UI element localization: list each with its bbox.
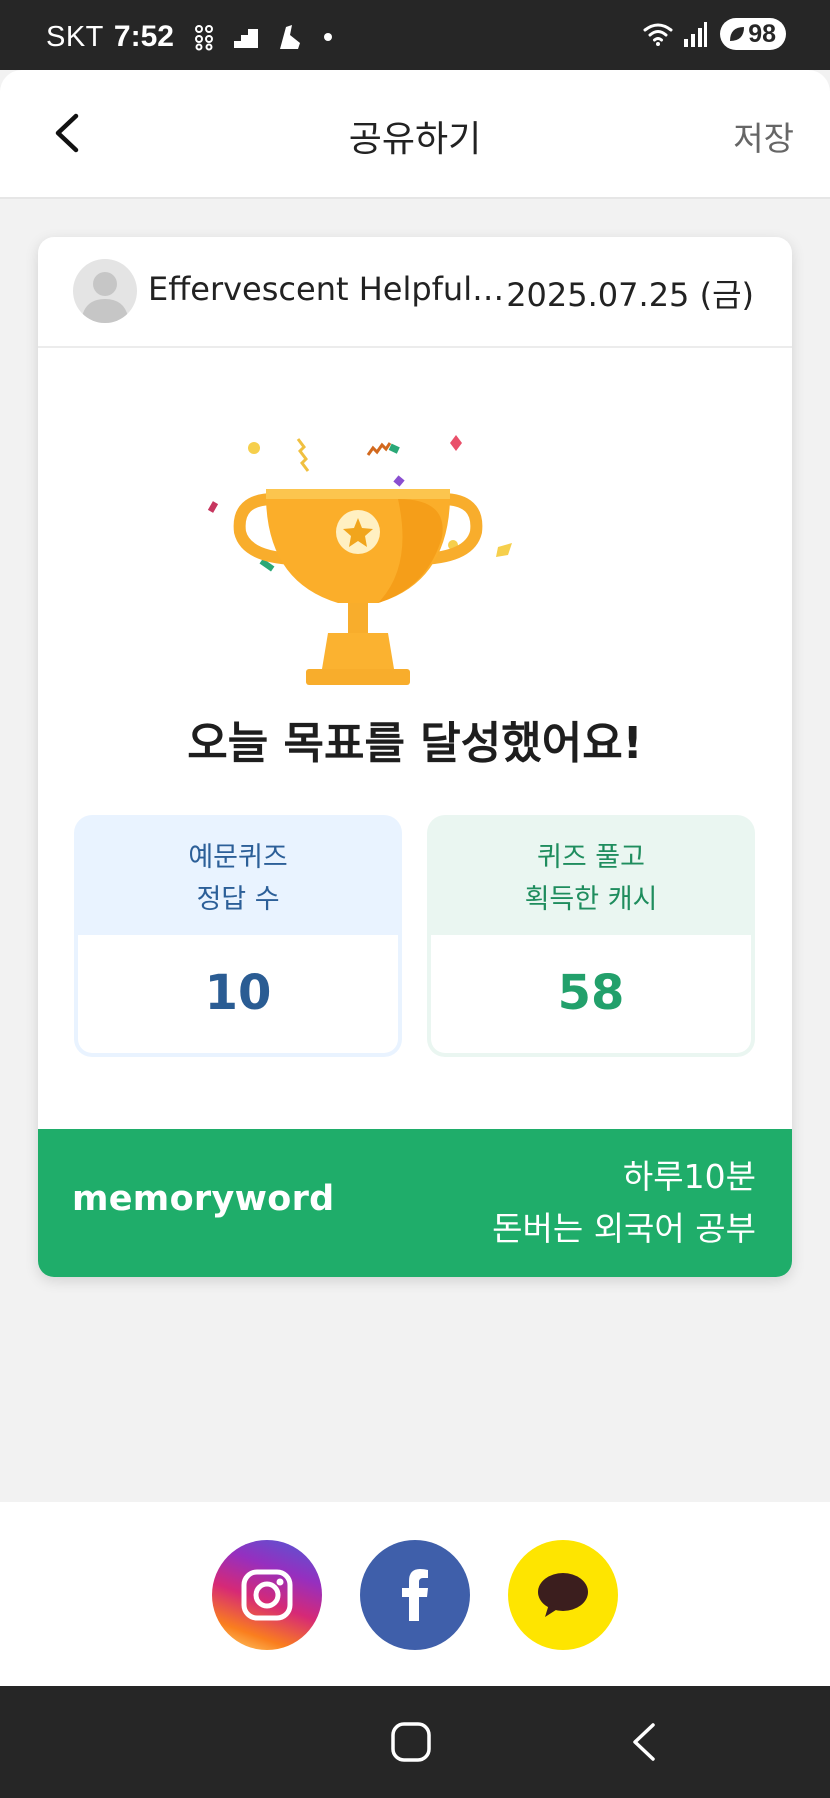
system-back-button[interactable]	[628, 1719, 658, 1765]
user-name: Effervescent Helpful Mackerel	[148, 270, 508, 308]
signal-icon	[682, 21, 708, 47]
status-bar: SKT 7:52 98	[0, 0, 830, 70]
system-nav-bar	[0, 1686, 830, 1798]
avatar	[73, 259, 137, 323]
page-title: 공유하기	[348, 119, 482, 160]
kakaotalk-share-button[interactable]	[508, 1540, 618, 1650]
stat-value: 10	[204, 965, 272, 1021]
save-button[interactable]: 저장	[733, 112, 794, 160]
achievement-card: Effervescent Helpful Mackerel 2025.07.25…	[38, 237, 792, 1277]
wifi-icon	[642, 21, 674, 47]
app-notification-icon	[194, 23, 216, 51]
carrier-label: SKT	[46, 20, 104, 53]
kakaotalk-icon	[538, 1573, 588, 1617]
clock: 7:52	[113, 20, 174, 53]
stat-label: 퀴즈 풀고 획득한 캐시	[524, 842, 658, 915]
instagram-share-button[interactable]	[212, 1540, 322, 1650]
instagram-icon	[241, 1569, 293, 1621]
share-bar	[0, 1502, 830, 1686]
leaf-icon	[730, 27, 745, 41]
date-label: 2025.07.25 (금)	[506, 276, 754, 314]
battery-indicator: 98	[720, 18, 786, 50]
stat-value-box: 58	[431, 935, 751, 1053]
trophy-icon	[207, 435, 512, 685]
stat-value: 58	[557, 965, 625, 1021]
app-header: 공유하기 저장	[0, 70, 830, 199]
shoe-icon	[276, 23, 302, 51]
home-button[interactable]	[388, 1719, 434, 1765]
card-footer: memoryword 하루10분 돈버는 외국어 공부	[38, 1129, 792, 1277]
back-icon	[633, 1723, 655, 1761]
stat-earned-cash: 퀴즈 풀고 획득한 캐시 58	[427, 815, 755, 1057]
battery-level: 98	[748, 19, 776, 48]
brand-logo: memoryword	[72, 1179, 335, 1219]
stairs-icon	[233, 26, 258, 48]
stat-value-box: 10	[78, 935, 398, 1053]
facebook-share-button[interactable]	[360, 1540, 470, 1650]
facebook-icon	[402, 1569, 428, 1621]
slogan: 하루10분 돈버는 외국어 공부	[492, 1151, 756, 1255]
more-notifications-dot	[323, 33, 332, 41]
stat-label: 예문퀴즈 정답 수	[188, 842, 288, 915]
home-icon	[391, 1722, 431, 1762]
card-header: Effervescent Helpful Mackerel 2025.07.25…	[38, 237, 792, 348]
stat-correct-answers: 예문퀴즈 정답 수 10	[74, 815, 402, 1057]
goal-message: 오늘 목표를 달성했어요!	[187, 718, 643, 769]
slogan-line-2: 돈버는 외국어 공부	[492, 1209, 756, 1248]
slogan-line-1: 하루10분	[622, 1157, 756, 1196]
